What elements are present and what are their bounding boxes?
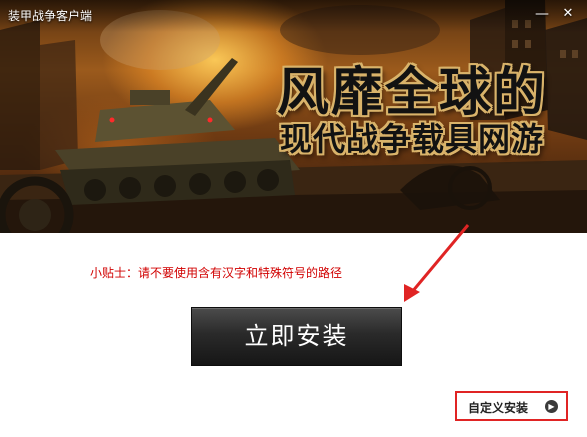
install-now-button[interactable]: 立即安装 — [191, 307, 402, 366]
path-tip-text: 小贴士：请不要使用含有汉字和特殊符号的路径 — [90, 266, 343, 280]
close-icon[interactable]: ✕ — [560, 6, 576, 22]
title-bar[interactable]: 装甲战争客户端 — ✕ — [0, 0, 587, 32]
window-title: 装甲战争客户端 — [8, 9, 93, 23]
slogan-line-2: 现代战争载具网游 — [279, 120, 544, 158]
chevron-right-circle-icon[interactable]: ▶ — [545, 400, 558, 413]
installer-window: 装甲战争客户端 — ✕ 风靡全球的 现代战争载具网游 小贴士：请不要使用含有汉字… — [0, 0, 587, 437]
minimize-icon[interactable]: — — [534, 6, 550, 22]
custom-install-link[interactable]: 自定义安装 — [468, 399, 528, 416]
banner-image: 装甲战争客户端 — ✕ 风靡全球的 现代战争载具网游 — [0, 0, 587, 233]
